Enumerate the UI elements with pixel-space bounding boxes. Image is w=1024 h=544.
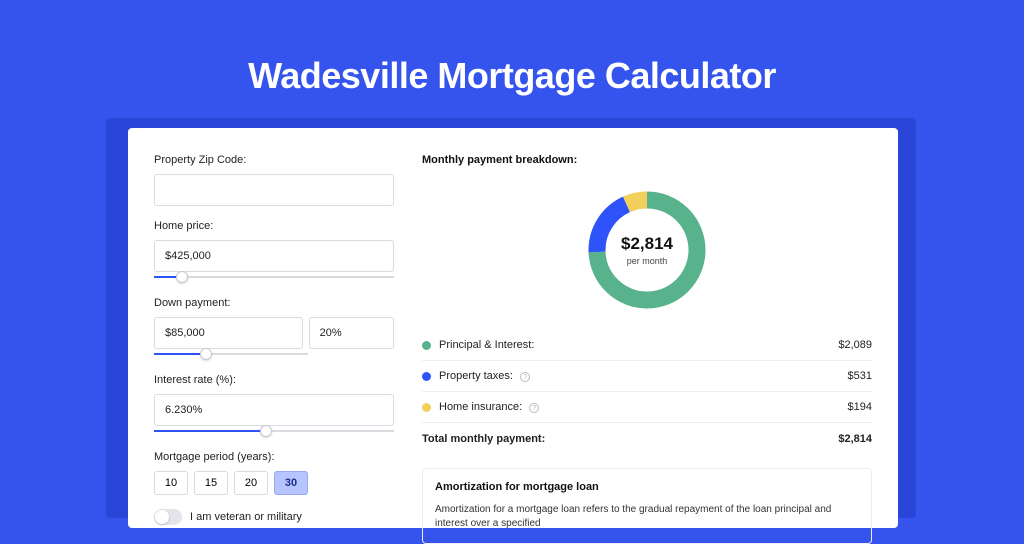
home-price-input[interactable] [154, 240, 394, 272]
field-mortgage-period: Mortgage period (years): 10 15 20 30 [154, 451, 394, 495]
info-icon[interactable]: ? [529, 403, 539, 413]
period-pill-10[interactable]: 10 [154, 471, 188, 495]
breakdown-title: Monthly payment breakdown: [422, 154, 872, 166]
down-payment-label: Down payment: [154, 297, 394, 309]
mortgage-period-label: Mortgage period (years): [154, 451, 394, 463]
field-home-price: Home price: [154, 220, 394, 283]
legend-row-total: Total monthly payment: $2,814 [422, 423, 872, 454]
home-price-slider[interactable] [154, 271, 394, 283]
donut-amount: $2,814 [621, 234, 673, 254]
legend-value: $531 [848, 370, 872, 382]
down-payment-amount-input[interactable] [154, 317, 303, 349]
slider-thumb[interactable] [260, 425, 272, 437]
legend-row-taxes: Property taxes: ? $531 [422, 361, 872, 392]
period-pill-30[interactable]: 30 [274, 471, 308, 495]
page-title: Wadesville Mortgage Calculator [0, 0, 1024, 97]
interest-rate-input[interactable] [154, 394, 394, 426]
slider-thumb[interactable] [200, 348, 212, 360]
field-veteran: I am veteran or military [154, 509, 394, 525]
field-interest-rate: Interest rate (%): [154, 374, 394, 437]
mortgage-period-options: 10 15 20 30 [154, 471, 394, 495]
total-value: $2,814 [838, 433, 872, 445]
info-icon[interactable]: ? [520, 372, 530, 382]
legend-value: $2,089 [838, 339, 872, 351]
field-down-payment: Down payment: [154, 297, 394, 360]
veteran-label: I am veteran or military [190, 511, 302, 523]
legend-label: Property taxes: ? [439, 370, 848, 382]
zip-label: Property Zip Code: [154, 154, 394, 166]
amortization-box: Amortization for mortgage loan Amortizat… [422, 468, 872, 544]
interest-rate-label: Interest rate (%): [154, 374, 394, 386]
home-price-label: Home price: [154, 220, 394, 232]
result-column: Monthly payment breakdown: $2,814 per mo… [422, 154, 872, 528]
legend-label: Home insurance: ? [439, 401, 848, 413]
legend-label: Principal & Interest: [439, 339, 838, 351]
down-payment-pct-input[interactable] [309, 317, 394, 349]
donut-chart: $2,814 per month [422, 176, 872, 324]
down-payment-slider[interactable] [154, 348, 308, 360]
amortization-text: Amortization for a mortgage loan refers … [435, 503, 859, 531]
legend-row-principal: Principal & Interest: $2,089 [422, 330, 872, 361]
field-zip: Property Zip Code: [154, 154, 394, 206]
period-pill-15[interactable]: 15 [194, 471, 228, 495]
total-label: Total monthly payment: [422, 433, 838, 445]
toggle-knob [155, 510, 169, 524]
dot-icon [422, 372, 431, 381]
form-column: Property Zip Code: Home price: Down paym… [154, 154, 394, 528]
donut-center: $2,814 per month [621, 234, 673, 266]
legend-value: $194 [848, 401, 872, 413]
legend: Principal & Interest: $2,089 Property ta… [422, 330, 872, 454]
interest-rate-slider[interactable] [154, 425, 394, 437]
dot-icon [422, 403, 431, 412]
slider-thumb[interactable] [176, 271, 188, 283]
dot-icon [422, 341, 431, 350]
calculator-panel: Property Zip Code: Home price: Down paym… [128, 128, 898, 528]
period-pill-20[interactable]: 20 [234, 471, 268, 495]
amortization-title: Amortization for mortgage loan [435, 481, 859, 493]
zip-input[interactable] [154, 174, 394, 206]
donut-subtext: per month [621, 256, 673, 266]
veteran-toggle[interactable] [154, 509, 182, 525]
legend-row-insurance: Home insurance: ? $194 [422, 392, 872, 423]
